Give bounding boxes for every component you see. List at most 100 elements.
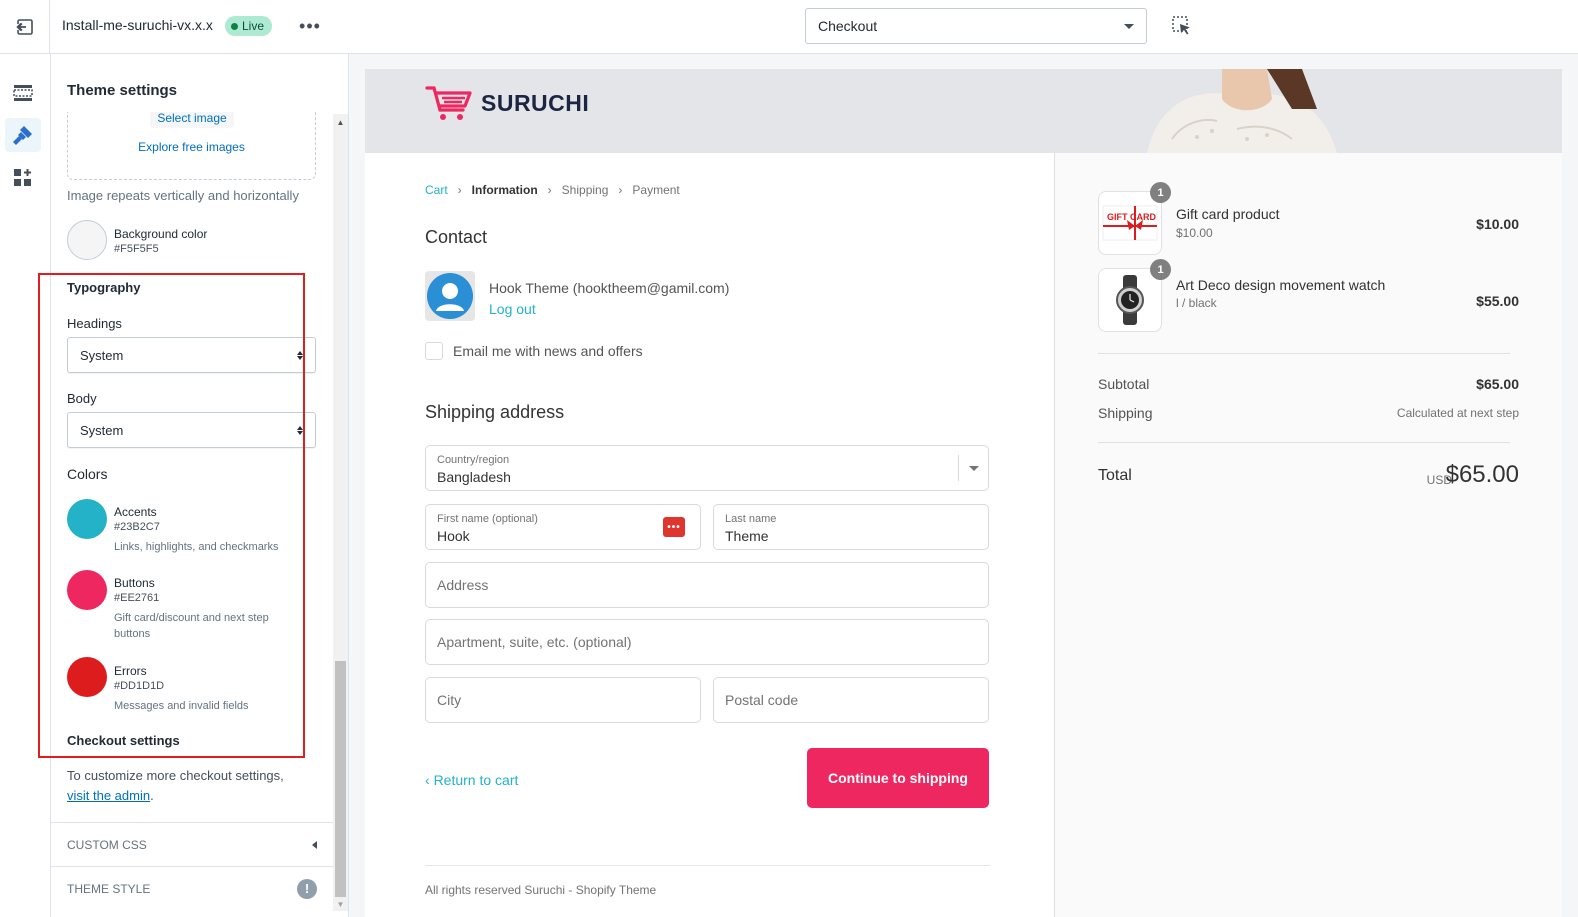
shipping-label: Shipping [1098, 405, 1153, 421]
shipping-value: Calculated at next step [1396, 406, 1519, 420]
colors-heading: Colors [67, 466, 108, 482]
scroll-up-arrow-icon[interactable]: ▲ [333, 118, 348, 127]
visit-admin-link[interactable]: visit the admin [67, 788, 150, 803]
footer-divider [425, 865, 990, 866]
buttons-color-hex: #EE2761 [114, 592, 160, 604]
last-name-label: Last name [725, 513, 777, 525]
apartment-placeholder: Apartment, suite, etc. (optional) [437, 634, 632, 650]
return-to-cart-label: Return to cart [433, 772, 519, 788]
quantity-badge: 1 [1150, 259, 1171, 280]
watch-image [1116, 275, 1144, 325]
subtotal-value: $65.00 [1476, 376, 1519, 392]
scroll-thumb[interactable] [335, 661, 346, 897]
more-actions-button[interactable]: ••• [298, 14, 322, 38]
editor-topbar: Install-me-suruchi-vx.x.x Live ••• Check… [0, 0, 1578, 54]
first-name-label: First name (optional) [437, 513, 538, 525]
first-name-field[interactable]: First name (optional) Hook ••• [425, 504, 701, 550]
gift-card-thumbnail: GIFT CARD 1 [1098, 182, 1171, 255]
store-logo-text: SURUCHI [481, 89, 590, 116]
errors-color-swatch[interactable] [67, 657, 107, 697]
order-summary: GIFT CARD 1 Gift card product $10.00 $10… [1054, 153, 1562, 917]
buttons-color-desc: Gift card/discount and next step buttons [114, 612, 269, 640]
city-placeholder: City [437, 692, 462, 708]
panel-scrollbar[interactable]: ▲ ▼ [333, 114, 348, 911]
newsletter-checkbox[interactable] [425, 342, 443, 360]
item-variant: $10.00 [1176, 226, 1213, 240]
subtotal-label: Subtotal [1098, 376, 1150, 392]
errors-color-desc: Messages and invalid fields [114, 700, 249, 712]
body-font-value: System [80, 422, 124, 438]
gift-card-image: GIFT CARD [1102, 205, 1158, 241]
country-value: Bangladesh [437, 469, 511, 485]
password-manager-icon[interactable]: ••• [663, 517, 685, 537]
newsletter-label[interactable]: Email me with news and offers [453, 343, 643, 359]
live-badge-label: Live [242, 19, 265, 33]
rail-apps-button[interactable] [5, 161, 41, 195]
last-name-value: Theme [725, 528, 769, 544]
theme-style-section[interactable]: THEME STYLE ! [51, 866, 333, 910]
address-placeholder: Address [437, 577, 489, 593]
country-select[interactable]: Country/region Bangladesh [425, 445, 989, 491]
last-name-field[interactable]: Last name Theme [713, 504, 989, 550]
body-font-select[interactable]: System [67, 412, 316, 448]
rail-sections-button[interactable] [5, 76, 41, 110]
typography-heading: Typography [67, 280, 141, 295]
continue-to-shipping-button[interactable]: Continue to shipping [807, 748, 989, 808]
inspect-button[interactable] [1170, 14, 1194, 38]
scroll-down-arrow-icon[interactable]: ▼ [333, 900, 348, 909]
item-price: $55.00 [1476, 293, 1519, 309]
background-color-swatch[interactable] [67, 220, 107, 260]
postal-code-field[interactable]: Postal code [713, 677, 989, 723]
live-dot-icon [231, 22, 238, 30]
breadcrumb-payment: Payment [632, 183, 680, 197]
return-to-cart-link[interactable]: ‹ Return to cart [425, 772, 518, 788]
chevron-down-icon [1124, 23, 1134, 29]
accents-color-hex: #23B2C7 [114, 521, 160, 533]
summary-divider [1098, 353, 1510, 354]
avatar-icon [427, 273, 473, 319]
theme-style-label: THEME STYLE [67, 881, 151, 896]
headings-font-select[interactable]: System [67, 337, 316, 373]
accents-color-swatch[interactable] [67, 499, 107, 539]
total-label: Total [1098, 467, 1132, 484]
watch-thumbnail: 1 [1098, 259, 1171, 332]
panel-title: Theme settings [67, 82, 178, 99]
sections-icon [13, 85, 33, 101]
rail-theme-settings-button[interactable] [5, 118, 41, 152]
theme-name: Install-me-suruchi-vx.x.x [62, 17, 213, 33]
logout-link[interactable]: Log out [489, 301, 536, 317]
panel-scroll-area[interactable]: Select image Explore free images Image r… [51, 112, 333, 917]
buttons-color-swatch[interactable] [67, 570, 107, 610]
checkout-settings-heading: Checkout settings [67, 733, 180, 748]
explore-free-images-link[interactable]: Explore free images [68, 140, 315, 154]
cart-logo-icon [425, 86, 472, 120]
custom-css-label: CUSTOM CSS [67, 837, 147, 852]
breadcrumb-cart[interactable]: Cart [425, 183, 448, 197]
buttons-color-label: Buttons [114, 576, 155, 590]
banner-photo [1087, 69, 1397, 153]
shipping-address-heading: Shipping address [425, 402, 565, 422]
checkout-main: Cart › Information › Shipping › Payment … [425, 153, 990, 917]
breadcrumb-information: Information [471, 183, 538, 197]
select-image-button[interactable]: Select image [150, 112, 234, 128]
contact-heading: Contact [425, 227, 488, 247]
apartment-field[interactable]: Apartment, suite, etc. (optional) [425, 619, 989, 665]
custom-css-section[interactable]: CUSTOM CSS [51, 822, 333, 866]
summary-divider [1098, 442, 1510, 443]
exit-icon [15, 19, 33, 35]
first-name-value: Hook [437, 528, 470, 544]
headings-font-label: Headings [67, 316, 122, 331]
page-template-select[interactable]: Checkout [805, 8, 1147, 44]
background-color-label: Background color [114, 227, 208, 241]
errors-color-hex: #DD1D1D [114, 680, 165, 692]
chevron-right-icon: › [618, 183, 623, 197]
city-field[interactable]: City [425, 677, 701, 723]
store-logo[interactable]: SURUCHI [425, 84, 589, 122]
image-repeat-note: Image repeats vertically and horizontall… [67, 188, 299, 203]
background-image-dropzone[interactable]: Select image Explore free images [67, 112, 316, 180]
address-field[interactable]: Address [425, 562, 989, 608]
exit-editor-button[interactable] [0, 0, 50, 54]
item-name: Gift card product [1176, 206, 1280, 222]
page-template-value: Checkout [818, 18, 878, 34]
postal-code-placeholder: Postal code [725, 692, 799, 708]
